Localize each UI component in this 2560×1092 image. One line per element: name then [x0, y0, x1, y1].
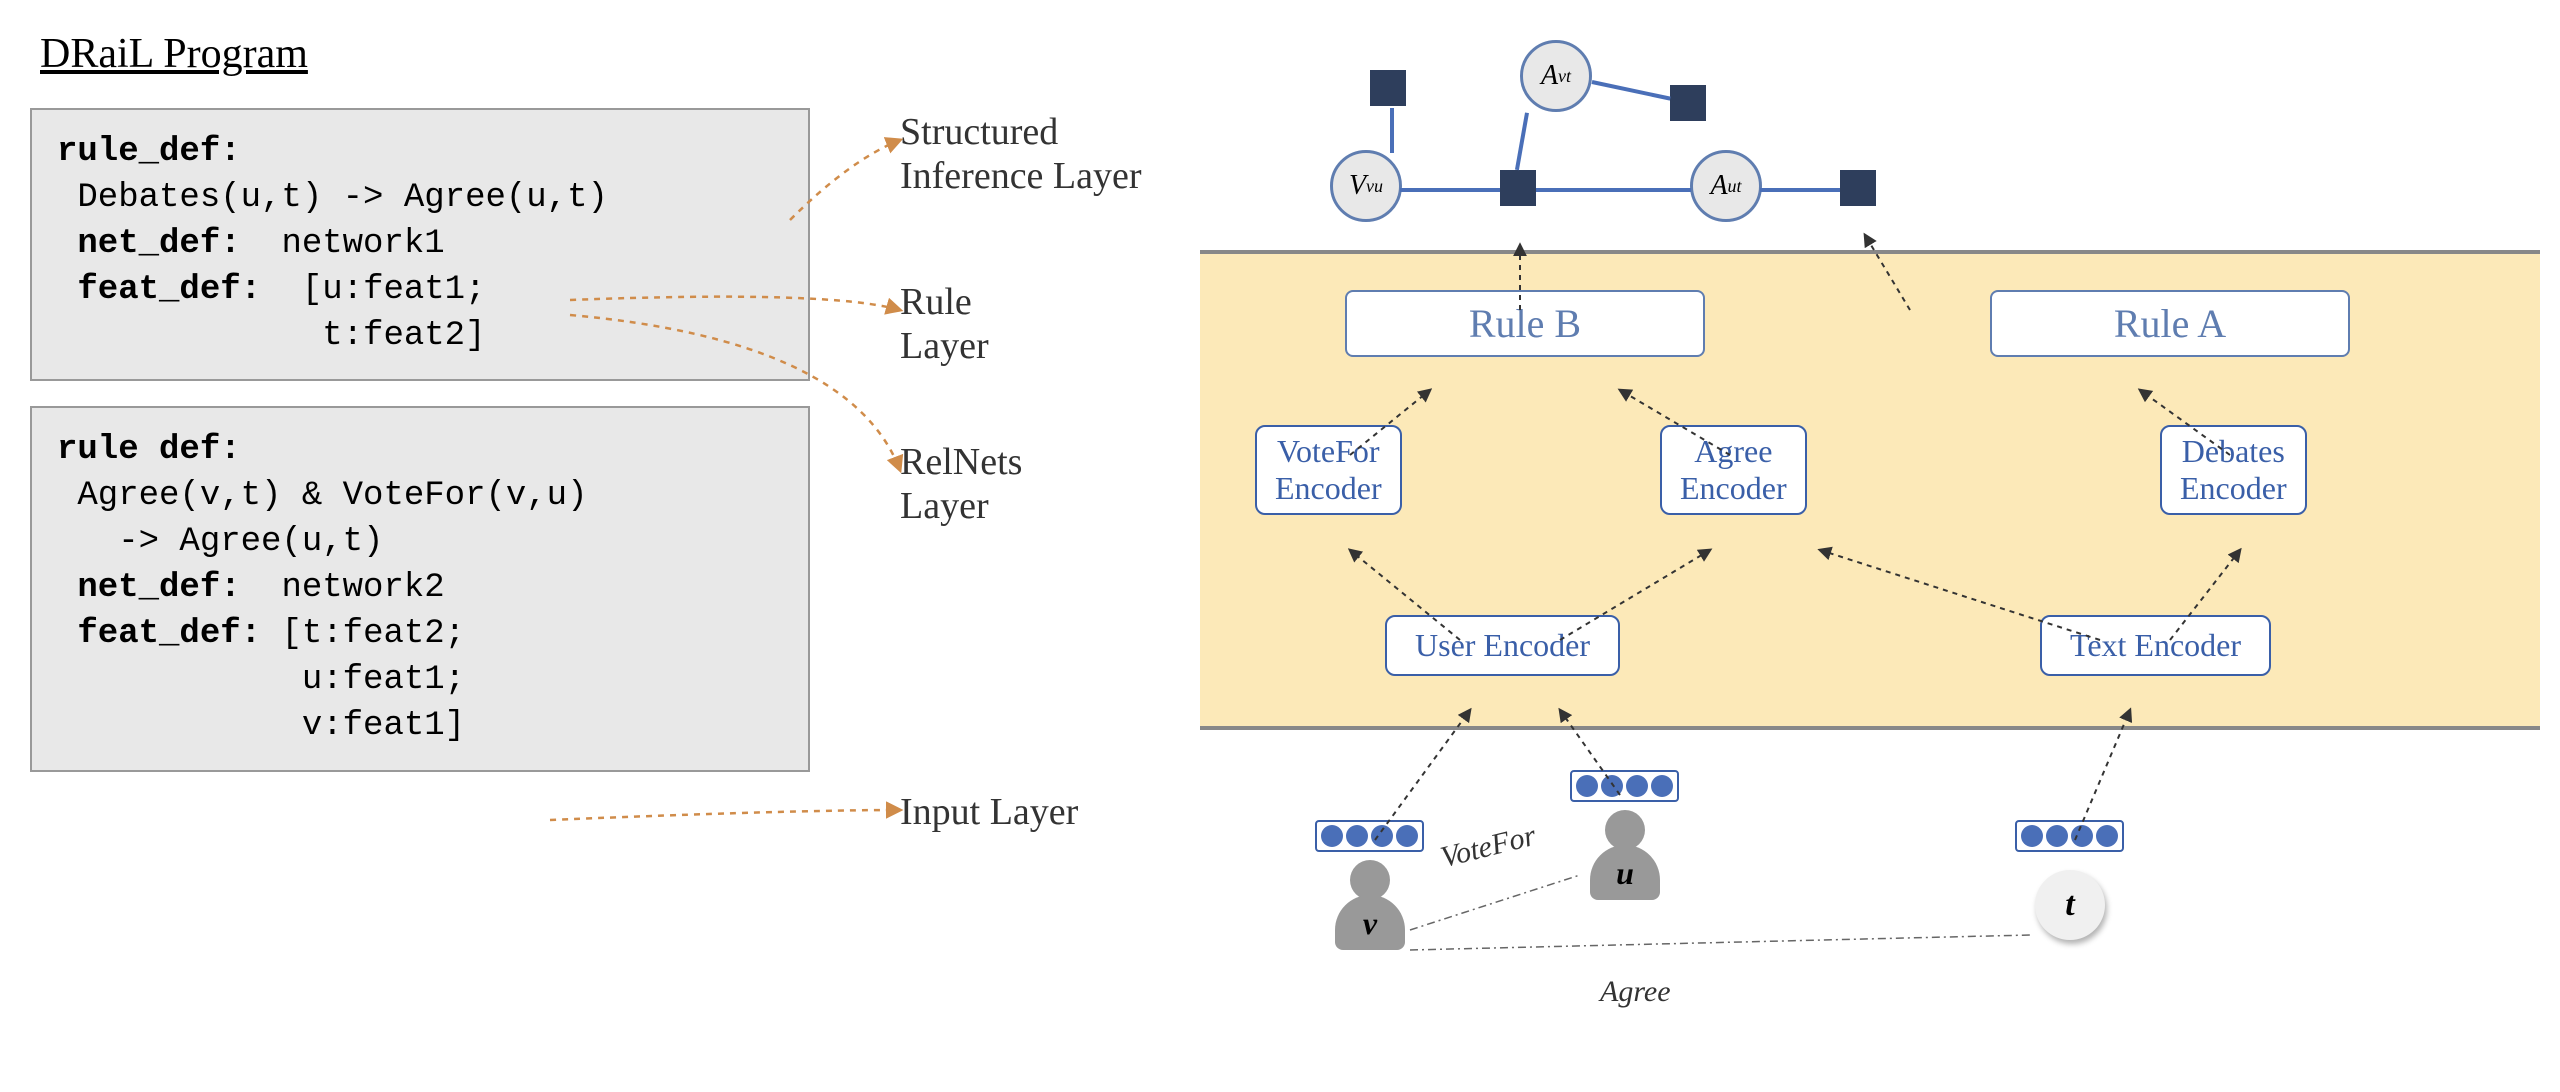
text-encoder: Text Encoder: [2040, 615, 2271, 676]
label-structured: Structured Inference Layer: [900, 110, 1142, 198]
edge-5: [1592, 80, 1671, 101]
code-box-1: rule_def: Debates(u,t) -> Agree(u,t) net…: [30, 108, 810, 381]
agree-encoder: Agree Encoder: [1660, 425, 1807, 515]
rule-b-box: Rule B: [1345, 290, 1705, 357]
program-title: DRaiL Program: [40, 30, 810, 78]
node-avt: Avt: [1520, 40, 1592, 112]
rule-a-box: Rule A: [1990, 290, 2350, 357]
feat-def-2: feat_def:: [57, 615, 261, 653]
net-def-1: net_def:: [57, 225, 241, 263]
feat-val-1b: t:feat2]: [57, 314, 783, 360]
t-node-icon: t: [2035, 870, 2105, 940]
votefor-label: VoteFor: [1437, 819, 1539, 875]
feat-def-1: feat_def:: [57, 271, 261, 309]
edge-1: [1390, 108, 1394, 153]
program-panel: DRaiL Program rule_def: Debates(u,t) -> …: [30, 30, 810, 1032]
factor-square-4: [1840, 170, 1876, 206]
rule-body-2a: Agree(v,t) & VoteFor(v,u): [57, 474, 783, 520]
agree-label: Agree: [1600, 975, 1671, 1009]
vector-v: [1315, 820, 1424, 852]
vector-t: [2015, 820, 2124, 852]
node-vvu: Vvu: [1330, 150, 1402, 222]
label-relnets: RelNets Layer: [900, 440, 1022, 528]
feat-val-1a: [u:feat1;: [261, 271, 485, 309]
user-u-icon: u: [1585, 810, 1665, 910]
debates-encoder: Debates Encoder: [2160, 425, 2307, 515]
code-box-2: rule def: Agree(v,t) & VoteFor(v,u) -> A…: [30, 406, 810, 771]
net-val-2: network2: [241, 569, 445, 607]
label-input: Input Layer: [900, 790, 1078, 834]
vector-u: [1570, 770, 1679, 802]
factor-square-1: [1370, 70, 1406, 106]
votefor-encoder: VoteFor Encoder: [1255, 425, 1402, 515]
label-rule: Rule Layer: [900, 280, 989, 368]
user-v-icon: v: [1330, 860, 1410, 960]
rule-def-2: rule def:: [57, 431, 241, 469]
rule-def-1: rule_def:: [57, 133, 241, 171]
net-def-2: net_def:: [57, 569, 241, 607]
factor-square-3: [1670, 85, 1706, 121]
net-val-1: network1: [241, 225, 445, 263]
feat-val-2c: v:feat1]: [57, 704, 783, 750]
edge-2: [1400, 188, 1500, 192]
architecture-panel: Vvu Avt Aut Rule B Rule A VoteFor Encode…: [1200, 30, 2540, 1030]
edge-6: [1760, 188, 1840, 192]
edge-3: [1536, 188, 1691, 192]
node-aut: Aut: [1690, 150, 1762, 222]
edge-4: [1515, 112, 1529, 170]
rule-body-1: Debates(u,t) -> Agree(u,t): [57, 176, 783, 222]
user-encoder: User Encoder: [1385, 615, 1620, 676]
feat-val-2a: [t:feat2;: [261, 615, 465, 653]
rule-body-2b: -> Agree(u,t): [57, 520, 783, 566]
factor-square-2: [1500, 170, 1536, 206]
feat-val-2b: u:feat1;: [57, 658, 783, 704]
